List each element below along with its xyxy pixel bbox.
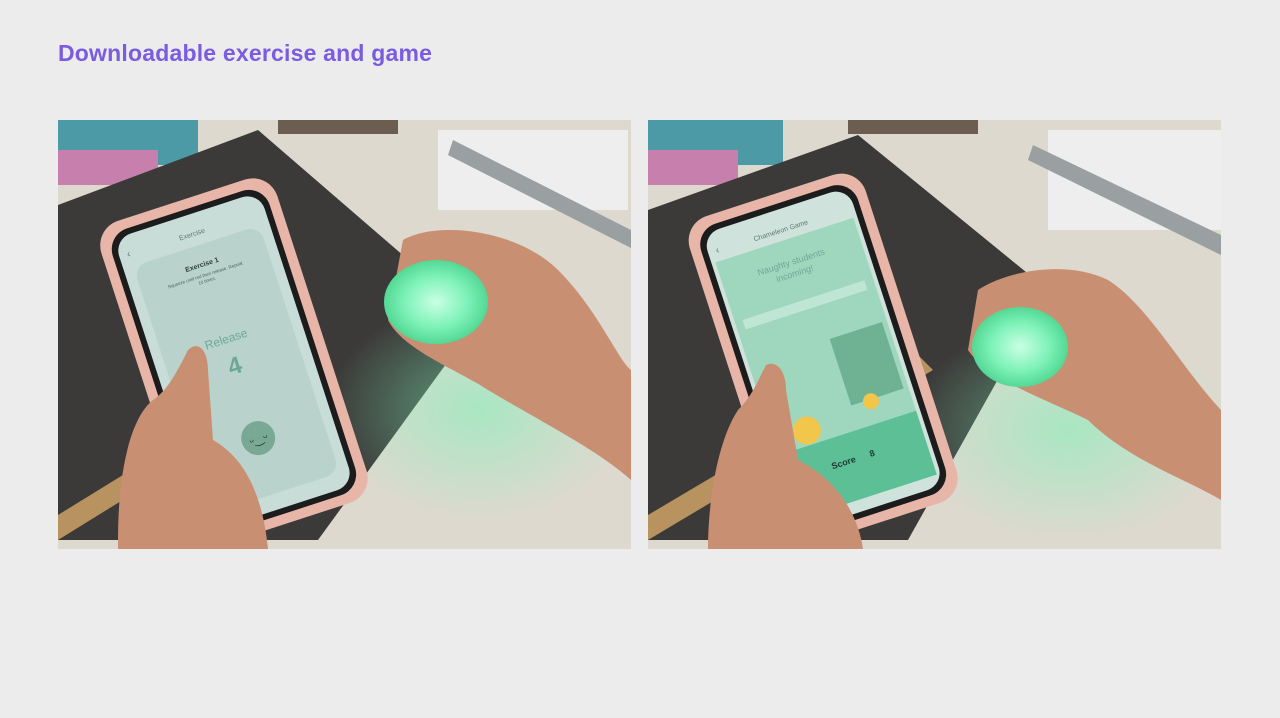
notebook-pink [648, 150, 738, 185]
exercise-photo: Exercise ‹ Exercise 1 Squeeze until red … [58, 120, 631, 549]
glowing-ball [972, 307, 1068, 387]
game-photo: Chameleon Game ‹ Naughty students incomi… [648, 120, 1221, 549]
slide-title: Downloadable exercise and game [58, 40, 433, 66]
pencils [848, 120, 978, 134]
exercise-photo-illustration: Exercise ‹ Exercise 1 Squeeze until red … [58, 120, 631, 549]
glowing-ball [384, 260, 488, 344]
pencils [278, 120, 398, 134]
game-photo-illustration: Chameleon Game ‹ Naughty students incomi… [648, 120, 1221, 549]
